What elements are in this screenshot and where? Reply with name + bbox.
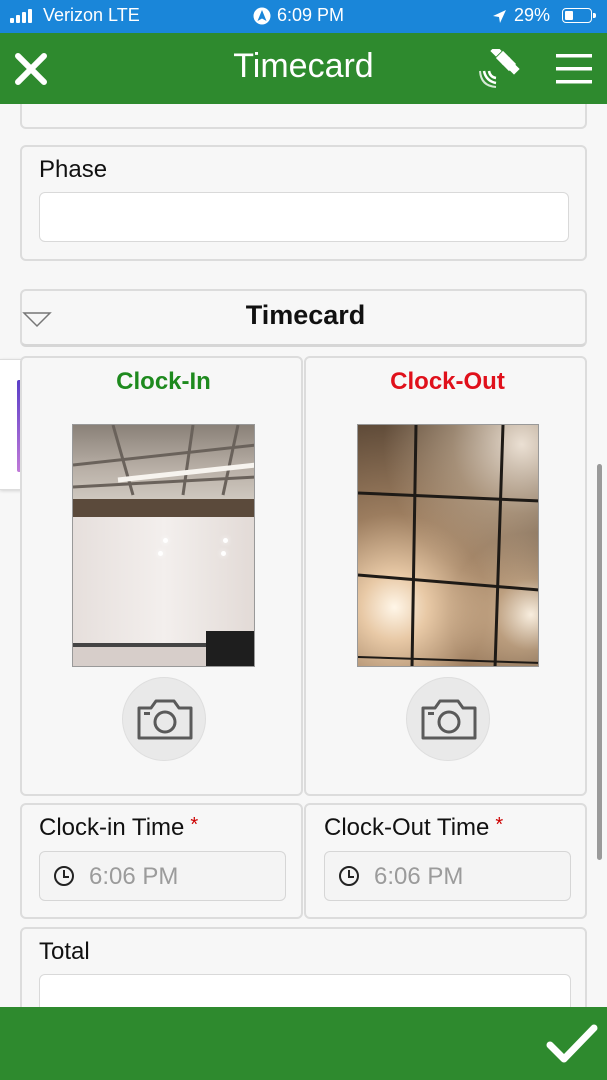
clock-in-camera-button[interactable] <box>122 677 206 761</box>
clock-in-time-label-text: Clock-in Time <box>39 814 185 841</box>
form-content[interactable]: Phase Timecard Clock-In Clock-Out Clock-… <box>0 104 607 1007</box>
total-input[interactable] <box>39 974 571 1007</box>
clock-icon <box>339 866 359 886</box>
phase-input[interactable] <box>39 192 569 242</box>
clock-out-photo[interactable] <box>357 424 539 667</box>
carrier-text: Verizon LTE <box>43 5 140 25</box>
timecard-section-title: Timecard <box>245 300 366 330</box>
required-asterisk: * <box>190 814 199 836</box>
signal-icon <box>10 9 36 23</box>
clock-out-time-value: 6:06 PM <box>374 863 464 890</box>
clock-out-camera-button[interactable] <box>406 677 490 761</box>
clock-in-heading: Clock-In <box>116 368 211 395</box>
required-asterisk: * <box>495 814 504 836</box>
scrollbar-thumb[interactable] <box>597 464 602 860</box>
clock-in-time-panel: Clock-in Time * 6:06 PM <box>20 803 303 919</box>
clock-in-card: Clock-In <box>20 356 303 796</box>
clock-out-heading: Clock-Out <box>390 368 505 395</box>
clock-out-card: Clock-Out <box>304 356 587 796</box>
clock-in-photo[interactable] <box>72 424 255 667</box>
battery-icon <box>562 8 596 23</box>
previous-field-panel <box>20 104 587 129</box>
clock-in-time-label: Clock-in Time * <box>39 814 198 842</box>
clock-in-time-value: 6:06 PM <box>89 863 179 890</box>
clock-out-time-input[interactable]: 6:06 PM <box>324 851 571 901</box>
app-header: Timecard <box>0 33 607 104</box>
status-bar: Verizon LTE 6:09 PM 29% <box>0 0 607 33</box>
camera-icon <box>421 699 477 740</box>
location-arrow-icon <box>493 10 506 23</box>
camera-icon <box>137 699 193 740</box>
total-panel: Total <box>20 927 587 1007</box>
footer-bar <box>0 1007 607 1080</box>
battery-percent: 29% <box>514 5 551 25</box>
total-label: Total <box>39 938 90 965</box>
timecard-section-header[interactable]: Timecard <box>20 289 587 347</box>
phase-label: Phase <box>39 156 108 183</box>
hamburger-menu-icon[interactable] <box>556 53 592 85</box>
clock-in-time-input[interactable]: 6:06 PM <box>39 851 286 901</box>
clock-text: 6:09 PM <box>277 5 345 25</box>
phase-panel: Phase <box>20 145 587 261</box>
satellite-icon[interactable] <box>478 49 520 89</box>
clock-icon <box>54 866 74 886</box>
clock-out-time-label: Clock-Out Time * <box>324 814 503 842</box>
location-services-icon <box>253 7 271 25</box>
checkmark-icon[interactable] <box>546 1023 598 1065</box>
clock-out-time-panel: Clock-Out Time * 6:06 PM <box>304 803 587 919</box>
clock-out-time-label-text: Clock-Out Time <box>324 814 490 841</box>
